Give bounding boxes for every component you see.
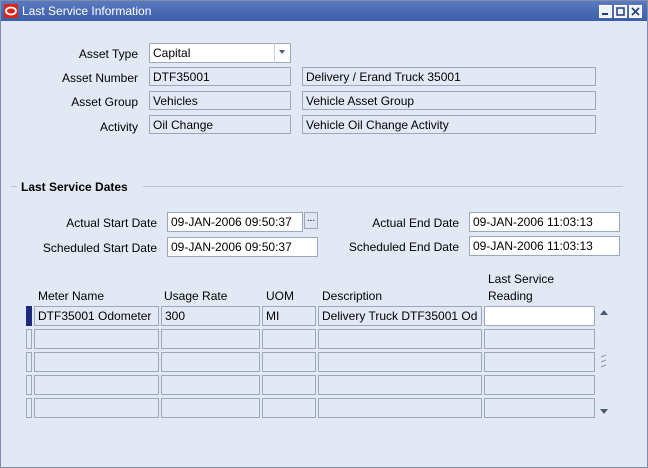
col-header-meter-name: Meter Name [38,289,105,303]
actual-start-field[interactable]: 09-JAN-2006 09:50:37 [167,212,303,232]
window-title: Last Service Information [22,4,152,18]
minimize-icon [602,13,608,15]
asset-number-field[interactable]: DTF35001 [149,67,291,86]
last-reading-cell[interactable] [484,352,595,372]
description-cell[interactable] [318,375,482,395]
form-content: Asset Type Capital Asset Number DTF35001… [1,22,647,467]
row-selector[interactable] [26,352,32,372]
asset-number-description[interactable]: Delivery / Erand Truck 35001 [302,67,596,86]
title-bar[interactable]: Last Service Information [1,1,647,21]
asset-group-description[interactable]: Vehicle Asset Group [302,91,596,110]
row-selector[interactable] [26,329,32,349]
meter-name-cell[interactable] [34,375,159,395]
uom-cell[interactable]: MI [262,306,316,326]
maximize-icon [616,7,625,16]
scheduled-end-field[interactable]: 09-JAN-2006 11:03:13 [469,236,620,256]
scheduled-end-label: Scheduled End Date [348,240,459,254]
usage-rate-cell[interactable] [161,375,260,395]
scheduled-start-label: Scheduled Start Date [42,241,157,255]
last-reading-cell[interactable] [484,375,595,395]
col-header-description: Description [322,289,383,303]
asset-type-label: Asset Type [78,47,138,61]
meter-name-cell[interactable] [34,352,159,372]
col-header-usage-rate: Usage Rate [164,289,228,303]
last-reading-cell[interactable] [484,329,595,349]
meter-name-cell[interactable] [34,398,159,418]
uom-cell[interactable] [262,329,316,349]
usage-rate-cell[interactable] [161,352,260,372]
uom-cell[interactable] [262,352,316,372]
actual-end-field[interactable]: 09-JAN-2006 11:03:13 [469,212,620,232]
asset-number-label: Asset Number [61,71,138,85]
scroll-down-icon[interactable] [597,404,611,418]
section-divider [143,186,623,187]
row-selector[interactable] [26,375,32,395]
maximize-button[interactable] [614,5,627,18]
minimize-button[interactable] [599,5,612,18]
description-cell[interactable]: Delivery Truck DTF35001 Od [318,306,482,326]
row-selector[interactable] [26,306,32,326]
scheduled-start-field[interactable]: 09-JAN-2006 09:50:37 [167,237,318,257]
window: Last Service Information Asset Type Capi… [0,0,648,468]
scroll-grip-icon[interactable] [597,352,611,372]
last-reading-cell[interactable] [484,306,595,326]
activity-field[interactable]: Oil Change [149,115,291,134]
col-header-last-reading-line2: Reading [488,289,533,303]
actual-start-label: Actual Start Date [66,216,157,230]
row-selector[interactable] [26,398,32,418]
description-cell[interactable] [318,329,482,349]
uom-cell[interactable] [262,375,316,395]
asset-group-label: Asset Group [71,95,138,109]
scroll-up-icon[interactable] [597,306,611,320]
asset-type-value: Capital [153,46,191,60]
close-icon [631,7,640,16]
uom-cell[interactable] [262,398,316,418]
usage-rate-cell[interactable]: 300 [161,306,260,326]
usage-rate-cell[interactable] [161,329,260,349]
asset-group-field[interactable]: Vehicles [149,91,291,110]
actual-end-label: Actual End Date [372,216,459,230]
chevron-down-icon [279,50,285,54]
activity-description[interactable]: Vehicle Oil Change Activity [302,115,596,134]
close-button[interactable] [629,5,642,18]
activity-label: Activity [99,120,138,134]
oracle-icon [4,4,18,18]
lov-button[interactable]: ... [304,212,318,229]
table-scrollbar[interactable] [597,306,611,418]
last-reading-cell[interactable] [484,398,595,418]
section-title: Last Service Dates [21,180,128,194]
meter-name-cell[interactable] [34,329,159,349]
col-header-last-reading-line1: Last Service [488,272,555,286]
asset-type-select[interactable]: Capital [149,43,291,63]
description-cell[interactable] [318,398,482,418]
col-header-uom: UOM [266,289,294,303]
section-divider-left [11,186,17,187]
meter-name-cell[interactable]: DTF35001 Odometer [34,306,159,326]
asset-type-dropdown-button[interactable] [274,43,290,63]
usage-rate-cell[interactable] [161,398,260,418]
description-cell[interactable] [318,352,482,372]
